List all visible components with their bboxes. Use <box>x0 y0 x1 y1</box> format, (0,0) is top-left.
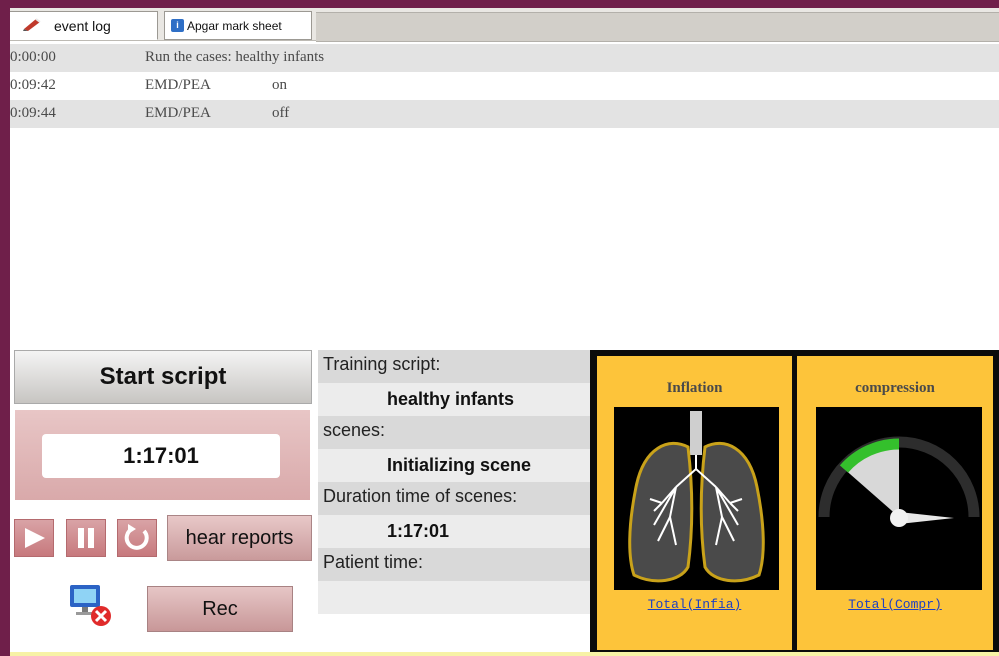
gauge-icon <box>816 407 982 590</box>
play-button[interactable] <box>14 519 54 557</box>
scenes-value: Initializing scene <box>387 455 532 475</box>
training-script-label: Training script: <box>323 354 441 374</box>
log-value: on <box>272 77 287 93</box>
lungs-icon <box>614 407 779 590</box>
info-row: 1:17:01 <box>318 515 590 548</box>
info-row: Duration time of scenes: <box>318 482 590 515</box>
app-window: event log i Apgar mark sheet 0:00:00 Run… <box>10 8 999 656</box>
play-icon <box>25 528 45 548</box>
reset-icon <box>124 524 149 550</box>
log-value: off <box>272 105 290 121</box>
log-time: 0:00:00 <box>10 49 56 65</box>
info-row: Patient time: <box>318 548 590 581</box>
tab-apgar-mark-sheet[interactable]: i Apgar mark sheet <box>164 11 312 40</box>
log-row[interactable]: 0:00:00 Run the cases: healthy infants <box>10 44 999 72</box>
timer-panel: 1:17:01 <box>15 410 310 500</box>
network-disconnected-icon <box>70 585 111 626</box>
pause-icon <box>78 528 94 548</box>
duration-label: Duration time of scenes: <box>323 486 518 506</box>
pause-button[interactable] <box>66 519 106 557</box>
feedback-monitor: Inflation Total(Infia) compression Total… <box>590 350 999 656</box>
scenes-label: scenes: <box>323 420 386 440</box>
patient-time-label: Patient time: <box>323 552 424 572</box>
log-time: 0:09:44 <box>10 105 56 121</box>
inflation-card: Inflation Total(Infia) <box>597 356 792 650</box>
log-time: 0:09:42 <box>10 77 56 93</box>
tab-label: Apgar mark sheet <box>187 18 282 33</box>
info-row: Training script: <box>318 350 590 383</box>
log-event: EMD/PEA <box>145 105 211 121</box>
start-script-button[interactable]: Start script <box>14 350 312 404</box>
status-strip <box>10 652 999 656</box>
tab-bar-empty <box>316 12 999 42</box>
tab-label: event log <box>54 17 111 34</box>
compression-title: compression <box>855 380 935 396</box>
compression-card: compression Total(Compr) <box>797 356 993 650</box>
sheet-icon: i <box>171 19 184 32</box>
script-info-panel: Training script: healthy infants scenes:… <box>318 350 590 614</box>
lungs-image <box>614 407 779 590</box>
tab-bar: event log i Apgar mark sheet <box>10 8 999 42</box>
inflation-title: Inflation <box>666 380 723 396</box>
timer-display: 1:17:01 <box>42 434 280 478</box>
tab-event-log[interactable]: event log <box>10 11 158 40</box>
log-row[interactable]: 0:09:42 EMD/PEA on <box>10 72 999 100</box>
control-panel: Start script 1:17:01 hear reports Rec <box>14 350 312 656</box>
rec-button[interactable]: Rec <box>147 586 293 632</box>
hear-reports-button[interactable]: hear reports <box>167 515 312 561</box>
network-status[interactable] <box>66 579 116 629</box>
duration-value: 1:17:01 <box>387 521 450 541</box>
total-inflation-link[interactable]: Total(Infia) <box>597 597 792 612</box>
log-event: EMD/PEA <box>145 77 211 93</box>
info-row: Initializing scene <box>318 449 590 482</box>
log-row[interactable]: 0:09:44 EMD/PEA off <box>10 100 999 128</box>
pencil-icon <box>22 17 42 34</box>
training-script-value: healthy infants <box>387 389 515 409</box>
compression-gauge <box>816 407 982 590</box>
info-row: scenes: <box>318 416 590 449</box>
info-row: healthy infants <box>318 383 590 416</box>
event-log-list: 0:00:00 Run the cases: healthy infants 0… <box>10 44 999 128</box>
log-text: Run the cases: healthy infants <box>145 49 325 65</box>
total-compression-link[interactable]: Total(Compr) <box>797 597 993 612</box>
reset-button[interactable] <box>117 519 157 557</box>
info-row <box>318 581 590 614</box>
